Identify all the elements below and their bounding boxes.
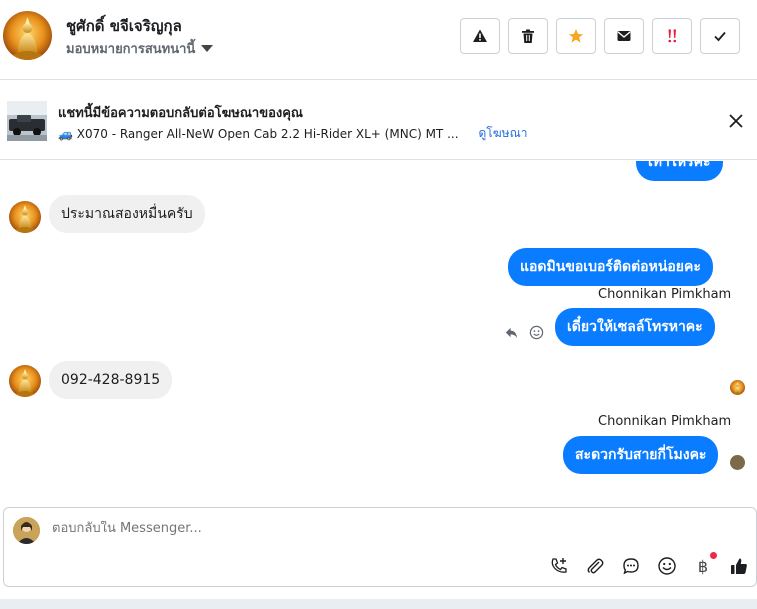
saved-reply-button[interactable] (620, 555, 642, 577)
sender-name: Chonnikan Pimkham (598, 287, 732, 302)
warning-icon (473, 29, 487, 42)
trash-icon (522, 29, 534, 43)
reply-composer: ฿ (3, 507, 757, 587)
conversation-header: ชูศักดิ์ ขจีเจริญกุล มอบหมายการสนทนานี้ (0, 0, 757, 80)
message-outgoing[interactable]: เท่าไหร่คะ (636, 161, 723, 181)
mark-done-button[interactable] (700, 18, 740, 54)
emoji-reaction-icon[interactable] (529, 325, 544, 340)
assign-conversation-dropdown[interactable]: มอบหมายการสนทนานี้ (66, 38, 214, 59)
truck-image (7, 101, 47, 141)
ad-text: 🚙 X070 - Ranger All-NeW Open Cab 2.2 Hi-… (58, 126, 459, 141)
message-outgoing[interactable]: สะดวกรับสายกี่โมงคะ (563, 436, 719, 474)
follow-up-button[interactable] (652, 18, 692, 54)
reply-icon[interactable] (504, 325, 519, 340)
attachment-icon (587, 558, 604, 574)
footer-strip (0, 599, 757, 609)
saved-reply-icon (623, 558, 639, 575)
sender-name: Chonnikan Pimkham (598, 414, 732, 429)
ad-banner-title: แชทนี้มีข้อความตอบกลับต่อโฆษณาของคุณ (58, 106, 303, 121)
agent-avatar (13, 517, 40, 544)
message-outgoing[interactable]: เดี๋ยวให้เซลล์โทรหาคะ (555, 308, 715, 346)
ad-thumbnail[interactable] (7, 101, 47, 141)
contact-avatar-small (9, 201, 41, 233)
assign-label: มอบหมายการสนทนานี้ (66, 42, 196, 57)
view-ad-link[interactable]: ดูโฆษณา (479, 124, 528, 143)
spam-button[interactable] (460, 18, 500, 54)
attachment-button[interactable] (584, 555, 606, 577)
ad-reply-banner: แชทนี้มีข้อความตอบกลับต่อโฆษณาของคุณ 🚙 X… (0, 81, 757, 160)
baht-icon: ฿ (697, 556, 709, 576)
mark-unread-button[interactable] (604, 18, 644, 54)
notification-dot (710, 552, 717, 559)
composer-tools: ฿ (548, 552, 750, 577)
emoji-icon (658, 557, 676, 575)
check-icon (714, 31, 726, 42)
ad-banner-subtitle: 🚙 X070 - Ranger All-NeW Open Cab 2.2 Hi-… (58, 124, 527, 143)
thumbs-up-icon (731, 558, 747, 574)
message-incoming[interactable]: 092-428-8915 (49, 361, 173, 399)
payment-button[interactable]: ฿ (692, 552, 717, 577)
seen-avatar (730, 380, 745, 395)
message-incoming[interactable]: ประมาณสองหมื่นครับ (49, 195, 205, 233)
close-icon[interactable] (727, 112, 745, 130)
header-actions (460, 18, 740, 54)
delete-button[interactable] (508, 18, 548, 54)
contact-name[interactable]: ชูศักดิ์ ขจีเจริญกุล (66, 14, 182, 38)
like-button[interactable] (728, 555, 750, 577)
call-add-button[interactable] (548, 555, 570, 577)
message-thread[interactable]: เท่าไหร่คะ ประมาณสองหมื่นครับ แอดมินขอเบ… (0, 161, 757, 505)
contact-avatar-small (9, 365, 41, 397)
contact-avatar[interactable] (3, 11, 52, 60)
star-icon (568, 29, 584, 43)
message-outgoing[interactable]: แอดมินขอเบอร์ติดต่อหน่อยคะ (508, 248, 713, 286)
urgent-icon (668, 29, 677, 43)
caret-down-icon (201, 45, 214, 52)
message-hover-tools (504, 325, 544, 340)
call-add-icon (551, 558, 567, 573)
reply-input[interactable] (52, 521, 652, 536)
seen-avatar-agent (730, 455, 745, 470)
emoji-button[interactable] (656, 555, 678, 577)
star-button[interactable] (556, 18, 596, 54)
mail-icon (617, 31, 631, 41)
